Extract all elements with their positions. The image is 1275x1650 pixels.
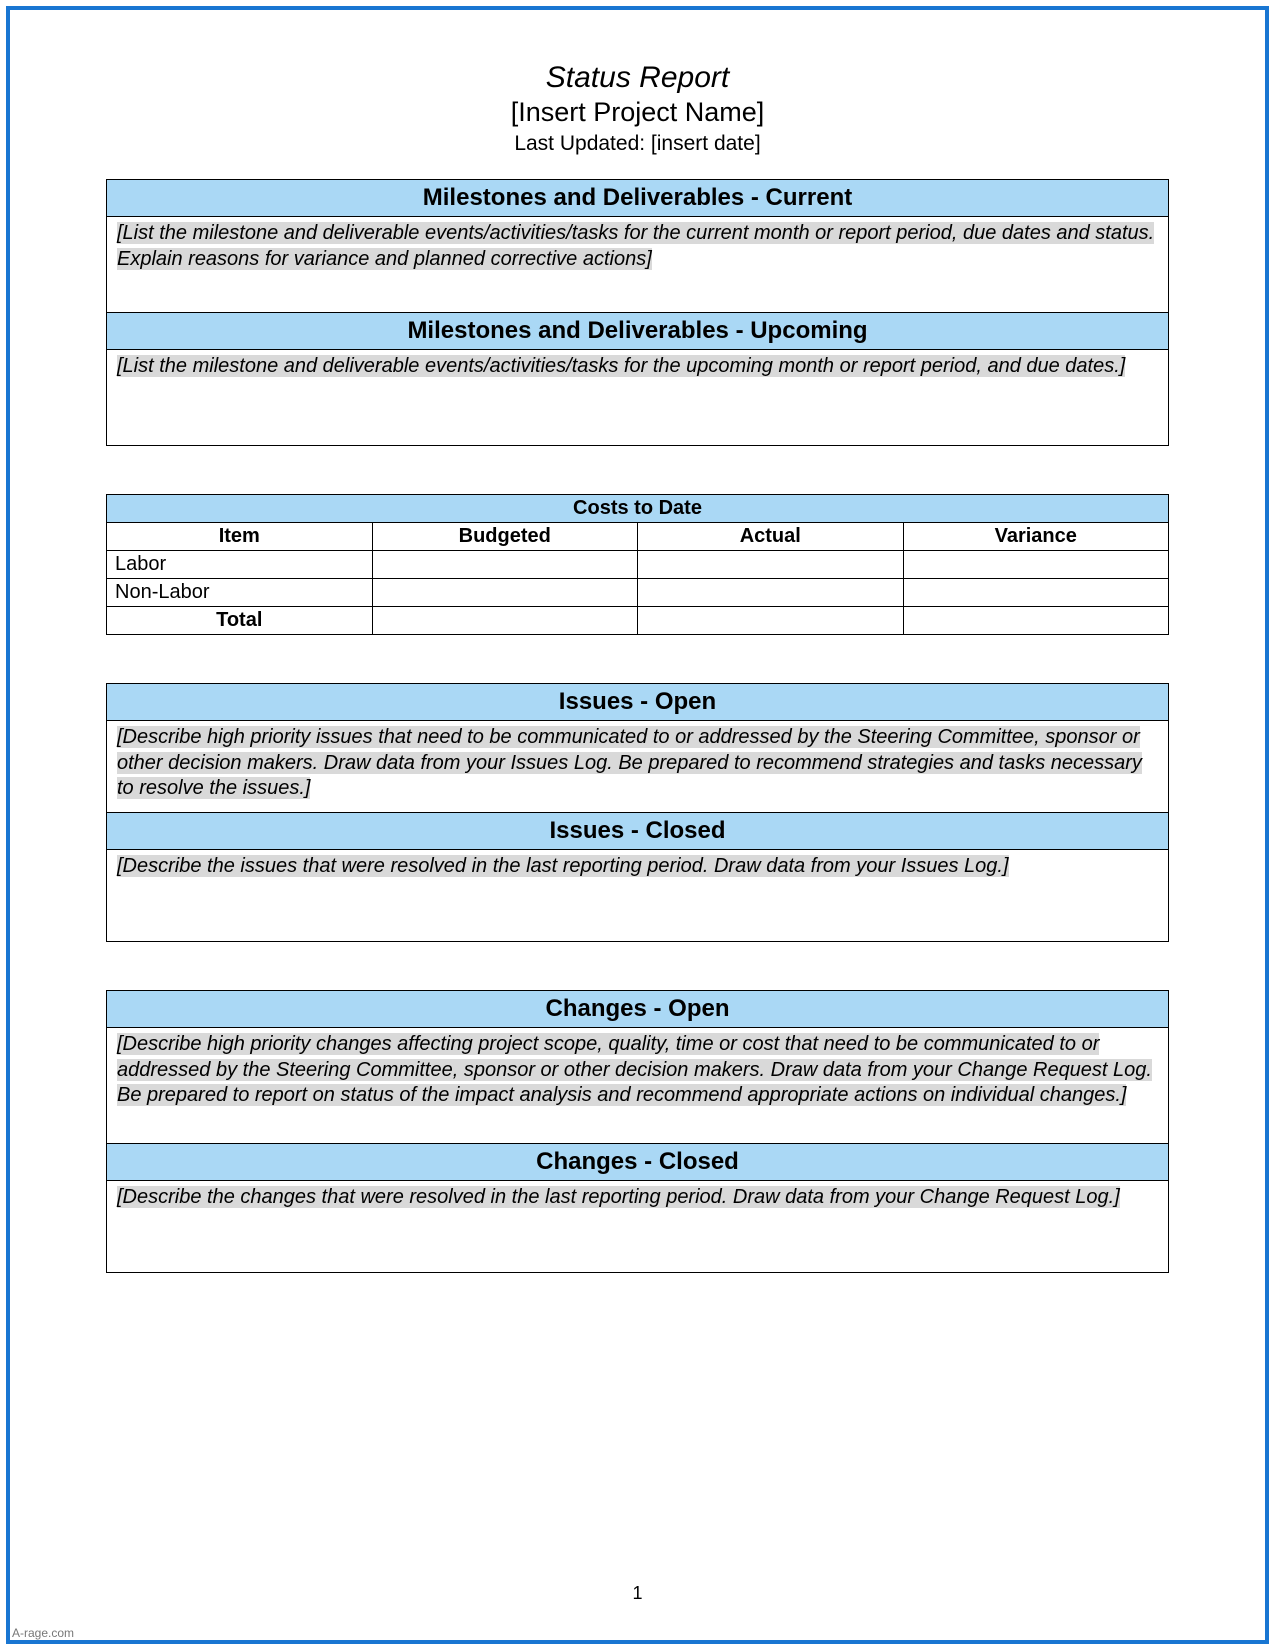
changes-open-body: [Describe high priority changes affectin… [107, 1028, 1169, 1144]
milestones-upcoming-header: Milestones and Deliverables - Upcoming [107, 313, 1169, 350]
document-title: Status Report [106, 60, 1169, 96]
row-total-actual [638, 607, 904, 635]
issues-open-body: [Describe high priority issues that need… [107, 721, 1169, 813]
table-row: Labor [107, 551, 1169, 579]
row-variance [903, 579, 1169, 607]
changes-closed-body: [Describe the changes that were resolved… [107, 1181, 1169, 1273]
changes-closed-header: Changes - Closed [107, 1144, 1169, 1181]
changes-table: Changes - Open [Describe high priority c… [106, 990, 1169, 1273]
row-item: Labor [107, 551, 373, 579]
col-budgeted: Budgeted [372, 523, 638, 551]
issues-closed-body: [Describe the issues that were resolved … [107, 850, 1169, 942]
watermark: A-rage.com [12, 1626, 74, 1640]
row-budgeted [372, 579, 638, 607]
row-total-label: Total [107, 607, 373, 635]
issues-open-header: Issues - Open [107, 684, 1169, 721]
issues-closed-header: Issues - Closed [107, 813, 1169, 850]
row-actual [638, 579, 904, 607]
table-row: Non-Labor [107, 579, 1169, 607]
project-name: [Insert Project Name] [106, 96, 1169, 130]
milestones-upcoming-body: [List the milestone and deliverable even… [107, 350, 1169, 446]
table-row-total: Total [107, 607, 1169, 635]
col-actual: Actual [638, 523, 904, 551]
row-variance [903, 551, 1169, 579]
milestones-current-header: Milestones and Deliverables - Current [107, 180, 1169, 217]
milestones-table: Milestones and Deliverables - Current [L… [106, 179, 1169, 446]
issues-table: Issues - Open [Describe high priority is… [106, 683, 1169, 942]
changes-open-header: Changes - Open [107, 991, 1169, 1028]
document-page: Status Report [Insert Project Name] Last… [6, 6, 1269, 1644]
col-variance: Variance [903, 523, 1169, 551]
page-number: 1 [10, 1583, 1265, 1604]
costs-title: Costs to Date [107, 495, 1169, 523]
costs-table: Costs to Date Item Budgeted Actual Varia… [106, 494, 1169, 635]
row-budgeted [372, 551, 638, 579]
milestones-current-body: [List the milestone and deliverable even… [107, 217, 1169, 313]
row-actual [638, 551, 904, 579]
row-item: Non-Labor [107, 579, 373, 607]
row-total-budgeted [372, 607, 638, 635]
costs-header-row: Item Budgeted Actual Variance [107, 523, 1169, 551]
row-total-variance [903, 607, 1169, 635]
col-item: Item [107, 523, 373, 551]
document-header: Status Report [Insert Project Name] Last… [106, 60, 1169, 157]
last-updated: Last Updated: [insert date] [106, 130, 1169, 157]
